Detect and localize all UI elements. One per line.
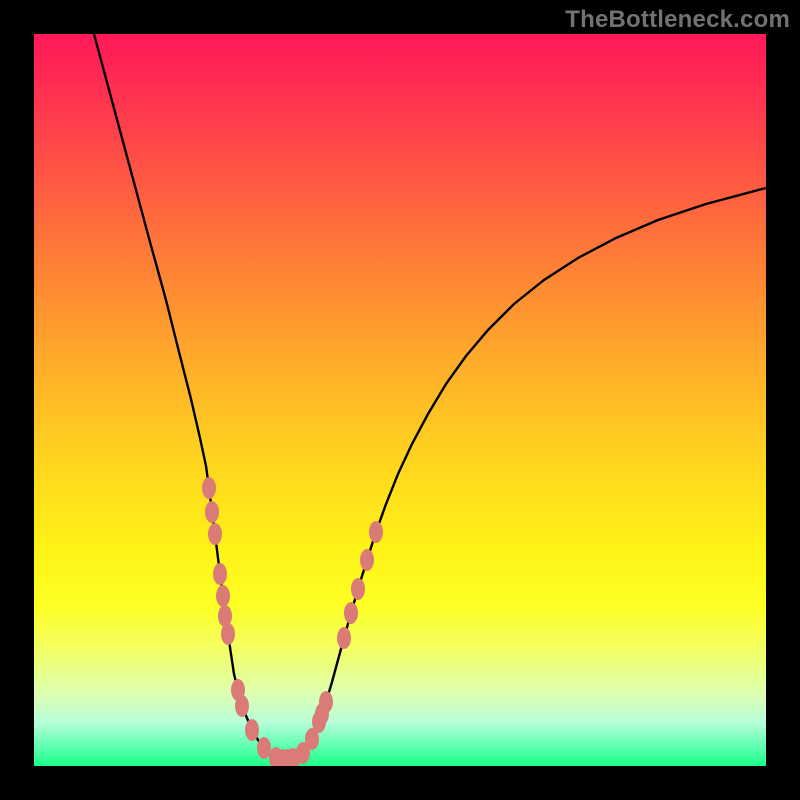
data-marker [319, 691, 333, 713]
left-branch-markers-group [202, 477, 271, 759]
data-marker [369, 521, 383, 543]
data-marker [337, 627, 351, 649]
data-marker [235, 695, 249, 717]
data-marker [221, 623, 235, 645]
data-marker [351, 578, 365, 600]
chart-frame [34, 34, 766, 766]
watermark: TheBottleneck.com [565, 6, 790, 34]
data-marker [205, 501, 219, 523]
data-marker [245, 719, 259, 741]
data-marker [208, 523, 222, 545]
bottleneck-curve [94, 34, 766, 760]
data-marker [213, 563, 227, 585]
data-marker [344, 602, 358, 624]
chart-svg [34, 34, 766, 766]
data-marker [360, 549, 374, 571]
data-marker [216, 585, 230, 607]
data-marker [257, 737, 271, 759]
right-branch-markers-group [269, 521, 383, 766]
data-marker [202, 477, 216, 499]
